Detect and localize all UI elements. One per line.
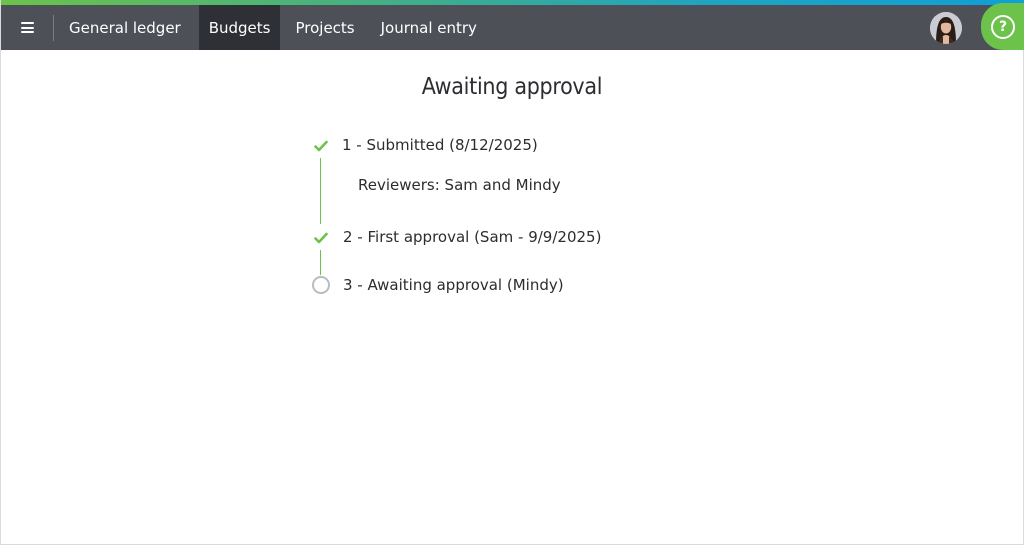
top-navbar: General ledger Budgets Projects Journal … <box>1 5 1024 50</box>
step-3-label: 3 - Awaiting approval (Mindy) <box>343 276 564 294</box>
hamburger-menu-icon[interactable] <box>1 5 53 50</box>
tab-general-ledger[interactable]: General ledger <box>57 5 199 50</box>
user-avatar[interactable] <box>930 12 962 44</box>
question-mark-icon: ? <box>991 14 1015 39</box>
check-icon <box>314 140 328 152</box>
nav-tabs: General ledger Budgets Projects Journal … <box>57 5 489 50</box>
timeline-connector <box>320 158 321 224</box>
tab-budgets[interactable]: Budgets <box>198 5 281 50</box>
page-title: Awaiting approval <box>421 74 603 100</box>
check-icon <box>314 232 328 244</box>
avatar-portrait <box>930 12 962 44</box>
step-2-label: 2 - First approval (Sam - 9/9/2025) <box>343 228 602 246</box>
step-1-reviewers: Reviewers: Sam and Mindy <box>358 176 561 194</box>
pending-circle-icon <box>312 276 330 294</box>
help-button[interactable]: ? <box>981 3 1024 50</box>
tab-journal-entry[interactable]: Journal entry <box>368 5 489 50</box>
app-window: General ledger Budgets Projects Journal … <box>0 0 1024 545</box>
step-1-label: 1 - Submitted (8/12/2025) <box>342 136 538 154</box>
tab-projects[interactable]: Projects <box>280 5 367 50</box>
timeline-connector <box>320 250 321 275</box>
approval-timeline: 1 - Submitted (8/12/2025) Reviewers: Sam… <box>301 130 701 310</box>
nav-divider <box>53 14 54 41</box>
